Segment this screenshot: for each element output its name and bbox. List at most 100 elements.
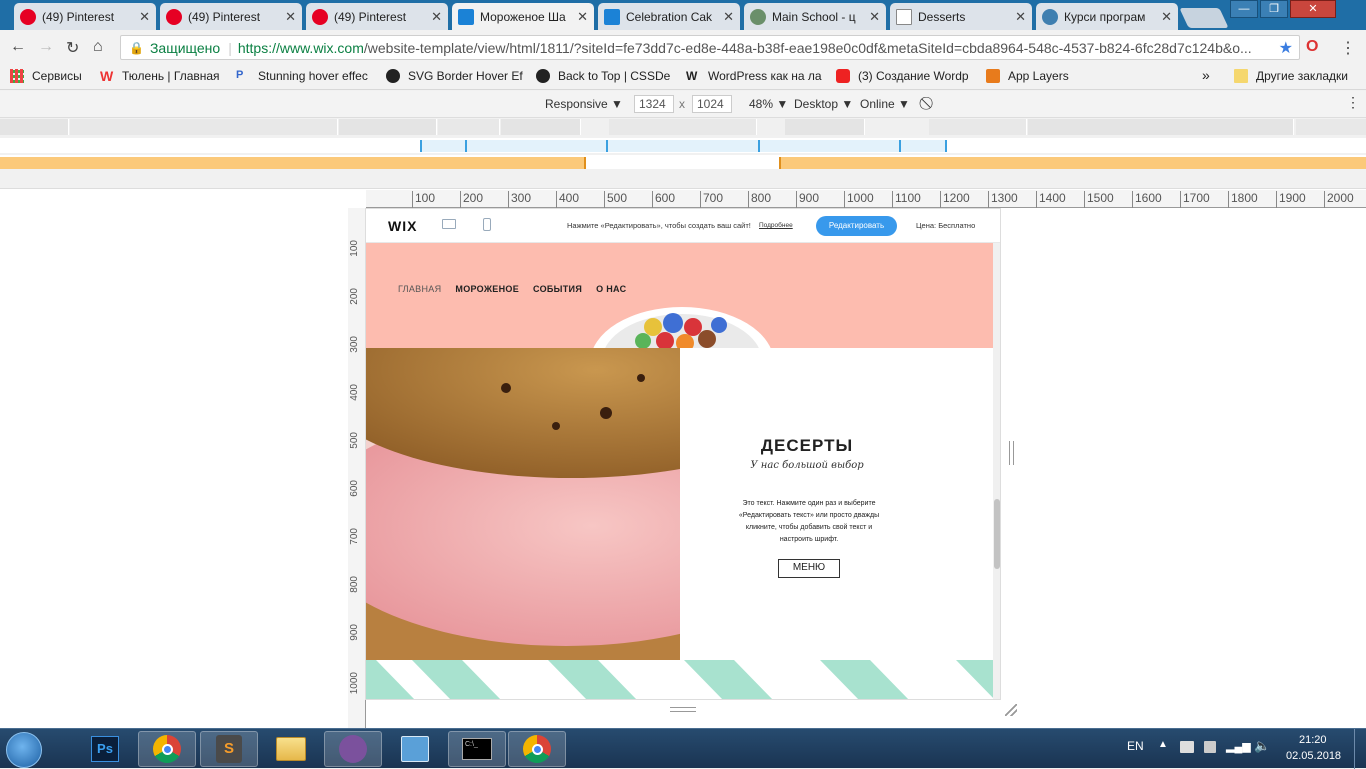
ruler-tick-label: 300: [349, 336, 360, 353]
photoshop-app[interactable]: Ps: [76, 731, 134, 767]
viber-icon: [339, 735, 367, 763]
address-bar[interactable]: 🔒 Защищено | https://www.wix.com /websit…: [120, 35, 1300, 60]
chrome-app[interactable]: [138, 731, 196, 767]
desktop-view-icon[interactable]: [442, 219, 456, 229]
more-bookmarks-button[interactable]: »: [1202, 67, 1210, 83]
resize-handle-corner[interactable]: [1005, 704, 1017, 716]
start-orb-icon[interactable]: [6, 732, 42, 768]
volume-icon[interactable]: 🔈: [1254, 738, 1270, 754]
home-icon[interactable]: ⌂: [93, 38, 103, 56]
menu-button[interactable]: МЕНЮ: [778, 559, 840, 578]
forward-arrow-icon[interactable]: →: [38, 38, 54, 56]
devtools-menu-icon[interactable]: ⋮: [1346, 94, 1360, 111]
control-panel-app[interactable]: [386, 731, 444, 767]
tab-icecream-active[interactable]: Мороженое Ша ✕: [452, 3, 594, 30]
network-throttle-select[interactable]: Online ▼: [860, 97, 910, 111]
show-desktop-button[interactable]: [1354, 729, 1366, 769]
wix-icon: [458, 8, 474, 25]
ruler-tick-label: 700: [700, 191, 723, 208]
device-select[interactable]: Responsive ▼: [545, 97, 623, 111]
minimize-button[interactable]: —: [1230, 0, 1258, 18]
mobile-view-icon[interactable]: [483, 218, 491, 231]
height-input[interactable]: 1024: [692, 95, 732, 113]
resize-handle-right[interactable]: [1009, 441, 1014, 465]
other-bookmarks[interactable]: Другие закладки: [1234, 69, 1348, 83]
sublime-text-app[interactable]: S: [200, 731, 258, 767]
bookmark-wordpress[interactable]: W WordPress как на ла: [686, 69, 822, 83]
wix-logo[interactable]: WIX: [388, 218, 417, 234]
tab-main-school[interactable]: Main School - ц ✕: [744, 3, 886, 30]
new-tab-button[interactable]: [1179, 8, 1229, 28]
learn-more-link[interactable]: Подробнее: [759, 222, 793, 229]
ruler-tick-label: 1900: [1276, 191, 1306, 208]
tab-pinterest-3[interactable]: (49) Pinterest ✕: [306, 3, 448, 30]
ruler-tick-label: 700: [349, 528, 360, 545]
close-tab-icon[interactable]: ✕: [139, 9, 150, 25]
nav-home[interactable]: ГЛАВНАЯ: [398, 284, 441, 294]
nav-events[interactable]: СОБЫТИЯ: [533, 284, 582, 294]
photoshop-icon: Ps: [91, 736, 119, 762]
bookmark-tyulen[interactable]: W Тюлень | Главная: [100, 69, 220, 83]
width-input[interactable]: 1324: [634, 95, 674, 113]
back-arrow-icon[interactable]: ←: [10, 38, 26, 56]
viber-app[interactable]: [324, 731, 382, 767]
bookmark-back-to-top[interactable]: Back to Top | CSSDe: [536, 69, 670, 83]
bookmark-app-layers[interactable]: App Layers: [986, 69, 1069, 83]
close-tab-icon[interactable]: ✕: [723, 9, 734, 25]
maximize-button[interactable]: ❐: [1260, 0, 1288, 18]
wix-icon: [604, 8, 620, 25]
show-hidden-icons[interactable]: ▲: [1158, 739, 1168, 750]
file-explorer-icon: [276, 737, 306, 761]
bookmark-svg-border[interactable]: SVG Border Hover Ef: [386, 69, 523, 83]
clock-date[interactable]: 02.05.2018: [1286, 750, 1341, 762]
bookmark-hover-effects[interactable]: P Stunning hover effec: [236, 69, 368, 83]
close-window-button[interactable]: ✕: [1290, 0, 1336, 18]
url-host: https://www.wix.com: [237, 39, 364, 56]
nav-about[interactable]: О НАС: [596, 284, 626, 294]
bookmark-services[interactable]: Сервисы: [10, 69, 82, 83]
clock-time[interactable]: 21:20: [1299, 734, 1327, 746]
ruler-tick-label: 900: [796, 191, 819, 208]
tab-celebration[interactable]: Celebration Cak ✕: [598, 3, 740, 30]
opera-extension-icon[interactable]: O: [1306, 38, 1318, 56]
close-tab-icon[interactable]: ✕: [869, 9, 880, 25]
horizontal-ruler: 100 200 300 400 500 600 700 800 900 1000 1100 1200 1…: [366, 190, 1366, 208]
tab-desserts[interactable]: Desserts ✕: [890, 3, 1032, 30]
zoom-select[interactable]: 48% ▼: [749, 97, 788, 111]
file-explorer-app[interactable]: [262, 731, 320, 767]
page-icon: [896, 8, 912, 25]
device-mode-select[interactable]: Desktop ▼: [794, 97, 853, 111]
network-signal-icon[interactable]: ▂▄▆: [1226, 740, 1251, 753]
site-scrollbar-thumb[interactable]: [994, 499, 1000, 569]
flag-icon[interactable]: [1180, 741, 1194, 753]
bookmarks-bar: Сервисы W Тюлень | Главная P Stunning ho…: [0, 64, 1366, 90]
edit-site-button[interactable]: Редактировать: [816, 216, 897, 236]
close-tab-icon[interactable]: ✕: [577, 9, 588, 25]
close-tab-icon[interactable]: ✕: [431, 9, 442, 25]
site-scrollbar[interactable]: [993, 243, 1000, 699]
chrome-app-2[interactable]: [508, 731, 566, 767]
nav-icecream[interactable]: МОРОЖЕНОЕ: [455, 284, 519, 294]
bookmark-star-icon[interactable]: ★: [1279, 38, 1293, 58]
close-tab-icon[interactable]: ✕: [1161, 9, 1172, 25]
browser-menu-icon[interactable]: ⋮: [1340, 38, 1356, 58]
cmd-app[interactable]: C:\_: [448, 731, 506, 767]
ruler-tick-label: 1300: [988, 191, 1018, 208]
bookmark-label: Тюлень | Главная: [122, 69, 220, 83]
media-query-bar-min-max: [0, 138, 1366, 153]
folder-icon: [1234, 69, 1248, 83]
close-tab-icon[interactable]: ✕: [1015, 9, 1026, 25]
tab-label: Курси програм: [1064, 9, 1146, 24]
hero-section: [366, 243, 993, 349]
tab-kursy[interactable]: Курси програм ✕: [1036, 3, 1178, 30]
power-icon[interactable]: [1204, 741, 1216, 753]
tab-pinterest-1[interactable]: (49) Pinterest ✕: [14, 3, 156, 30]
bookmark-youtube[interactable]: (3) Создание Wordp: [836, 69, 969, 83]
close-tab-icon[interactable]: ✕: [285, 9, 296, 25]
globe-icon: [750, 8, 766, 25]
bookmark-label: Back to Top | CSSDe: [558, 69, 671, 83]
reload-icon[interactable]: ↻: [66, 38, 79, 58]
language-indicator[interactable]: EN: [1127, 739, 1144, 753]
tab-pinterest-2[interactable]: (49) Pinterest ✕: [160, 3, 302, 30]
resize-handle-bottom[interactable]: [670, 707, 696, 712]
